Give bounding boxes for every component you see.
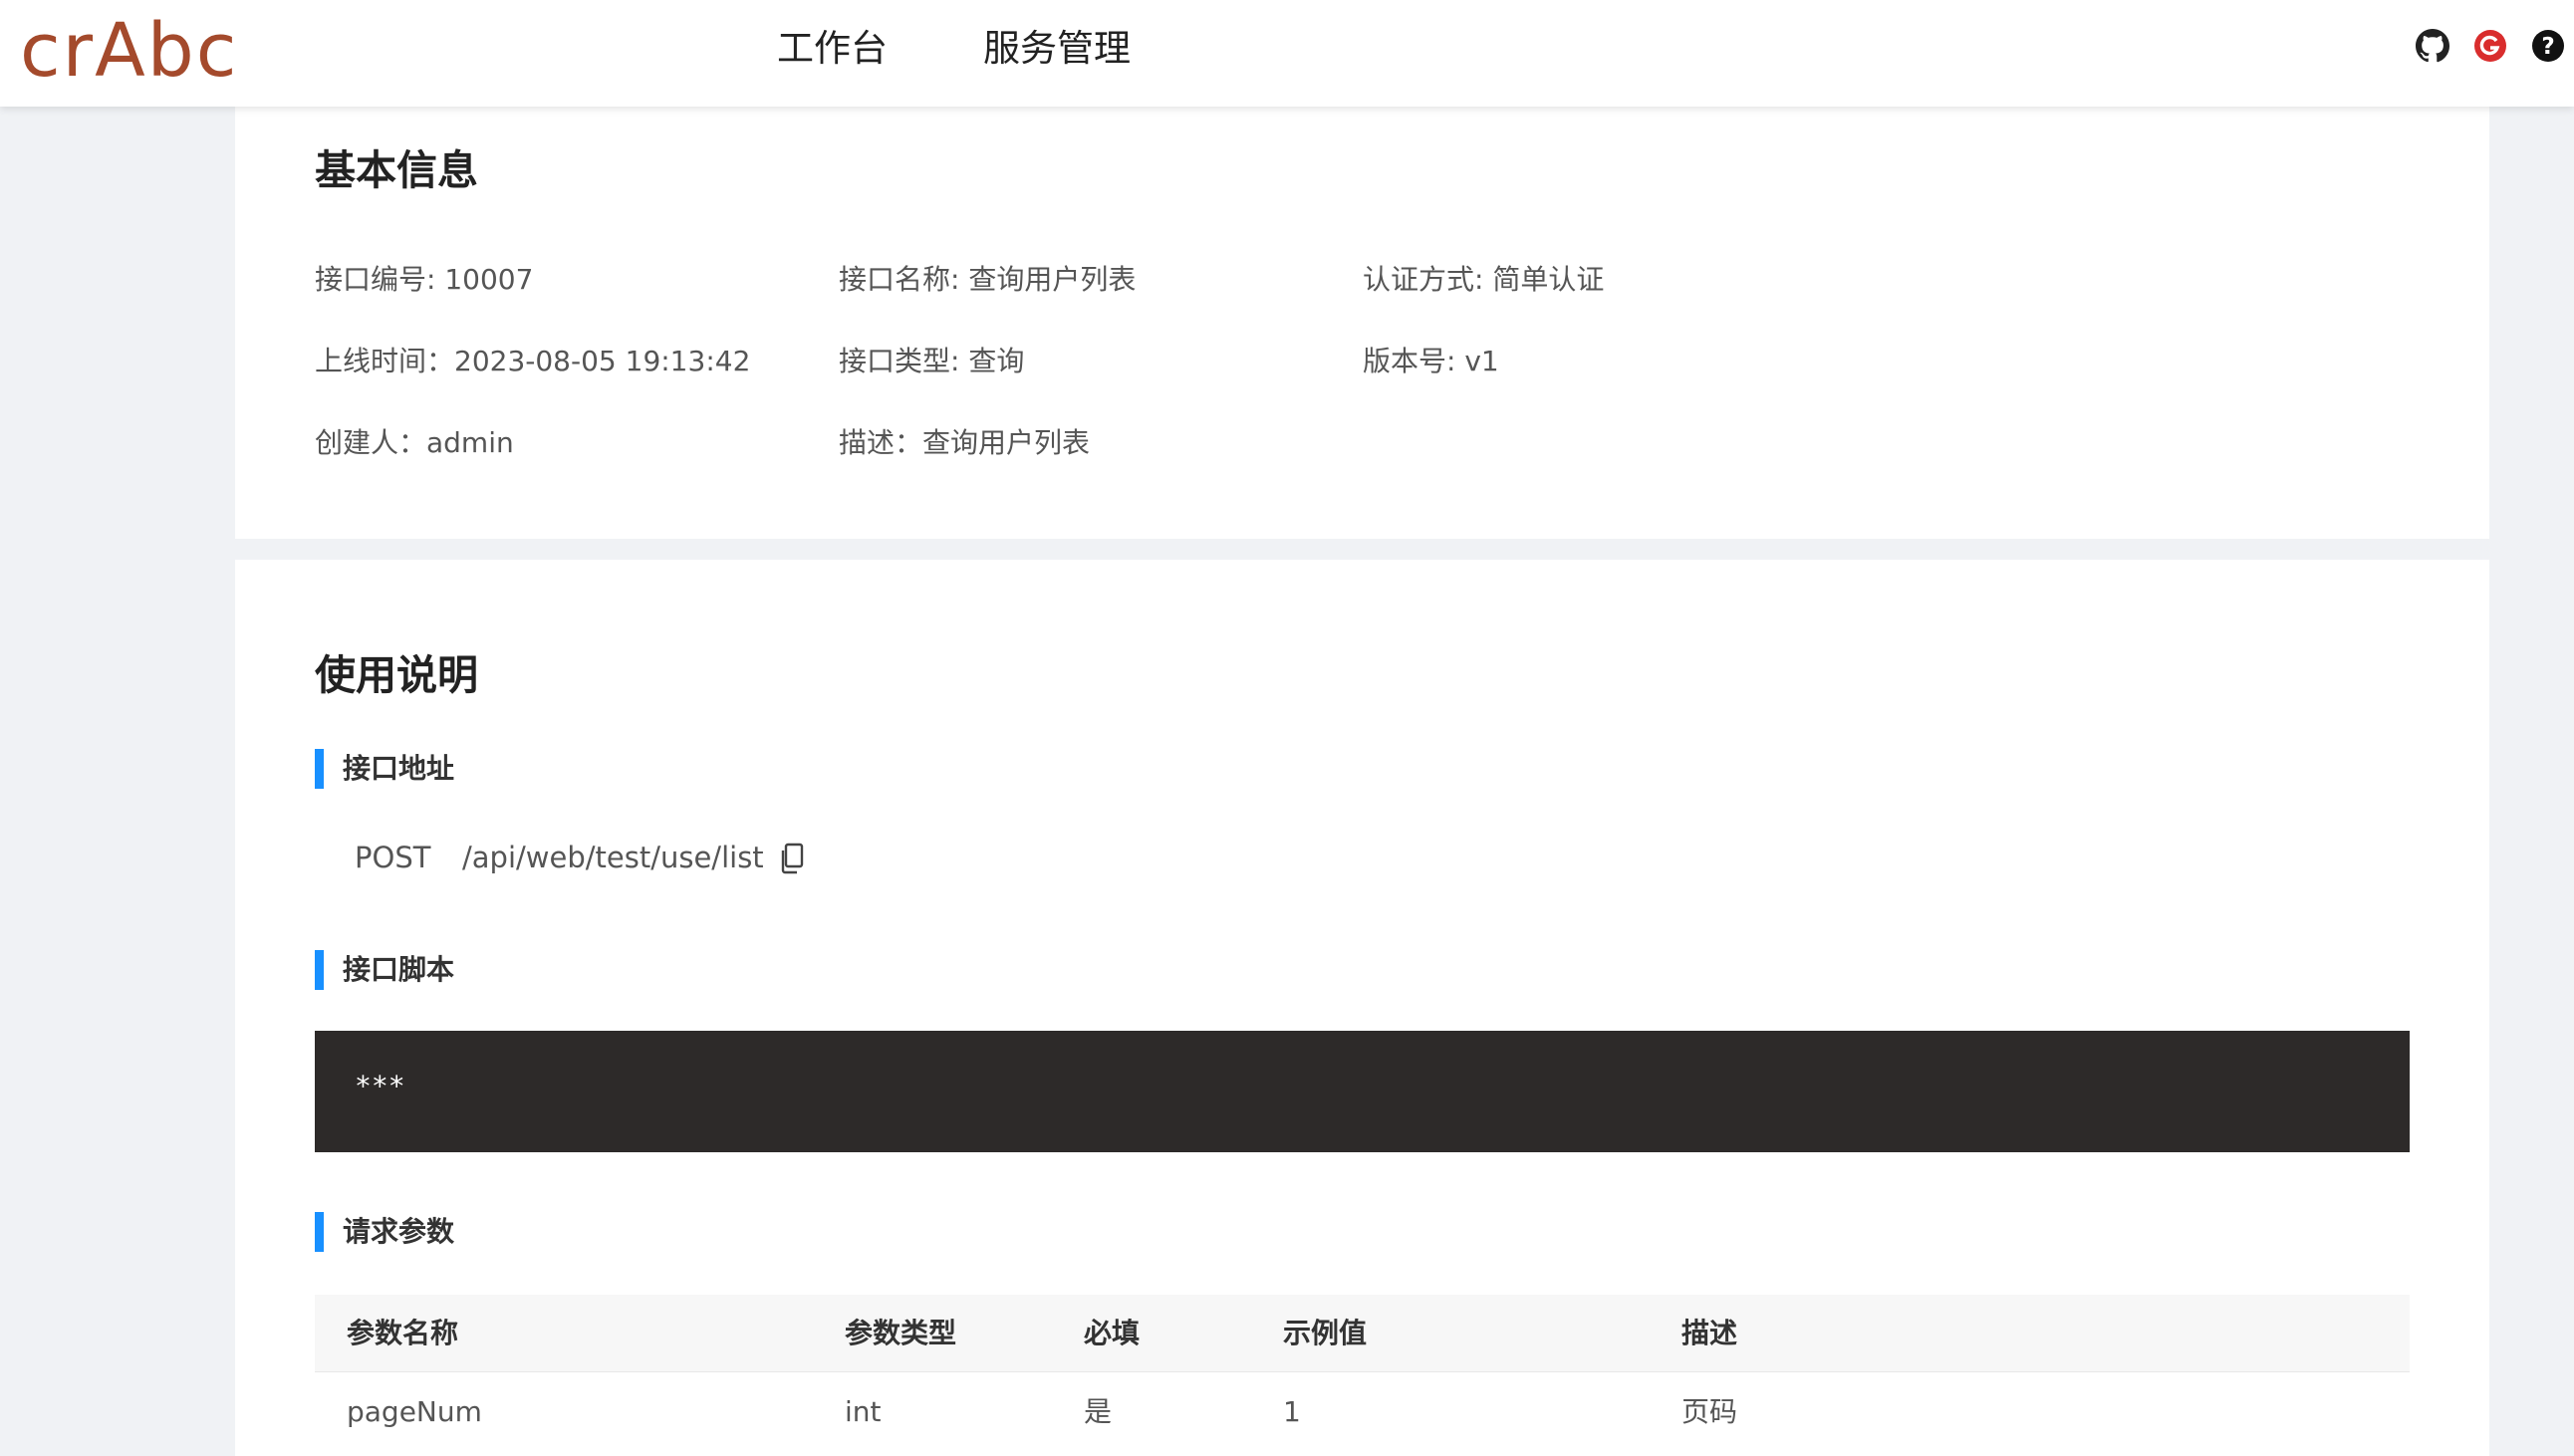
column-header: 参数类型 — [845, 1317, 957, 1349]
top-header: crAbc 工作台 服务管理 ? — [0, 0, 2574, 107]
table-cell: 页码 — [1681, 1395, 1738, 1428]
version: 版本号: v1 — [1363, 345, 1499, 377]
request-params-table: 参数名称 参数类型 必填 示例值 描述 pageNum int 是 1 页码 — [315, 1295, 2410, 1452]
section-request-params: 请求参数 — [315, 1212, 454, 1252]
copy-icon[interactable] — [779, 843, 805, 874]
api-type: 接口类型: 查询 — [839, 345, 1025, 377]
table-cell: 是 — [1084, 1395, 1113, 1428]
api-path: /api/web/test/use/list — [462, 841, 764, 874]
api-id: 接口编号: 10007 — [315, 263, 534, 296]
api-name: 接口名称: 查询用户列表 — [839, 263, 1137, 296]
svg-text:?: ? — [2541, 34, 2554, 60]
table-cell: pageNum — [347, 1395, 482, 1428]
main-nav: 工作台 服务管理 — [777, 18, 1131, 72]
online-time: 上线时间：2023-08-05 19:13:42 — [315, 345, 751, 377]
script-code-block: *** — [315, 1031, 2410, 1152]
basic-info-title: 基本信息 — [315, 146, 478, 194]
nav-workbench[interactable]: 工作台 — [777, 18, 888, 72]
column-header: 示例值 — [1283, 1317, 1368, 1349]
http-method: POST — [355, 841, 431, 874]
table-row: pageNum int 是 1 页码 — [315, 1372, 2410, 1452]
column-header: 描述 — [1681, 1317, 1738, 1349]
column-header: 参数名称 — [347, 1317, 459, 1349]
github-icon[interactable] — [2415, 28, 2450, 64]
section-api-script: 接口脚本 — [315, 950, 454, 990]
section-api-address: 接口地址 — [315, 749, 454, 789]
brand-g-icon[interactable] — [2472, 28, 2508, 64]
table-header-row: 参数名称 参数类型 必填 示例值 描述 — [315, 1295, 2410, 1372]
usage-card: 使用说明 接口地址 POST /api/web/test/use/list 接口… — [235, 560, 2489, 1456]
table-cell: int — [845, 1395, 882, 1428]
description: 描述：查询用户列表 — [839, 426, 1091, 459]
auth-method: 认证方式: 简单认证 — [1363, 263, 1605, 296]
column-header: 必填 — [1084, 1317, 1141, 1349]
header-icons: ? — [2415, 28, 2566, 64]
nav-service-management[interactable]: 服务管理 — [983, 18, 1131, 72]
app-logo[interactable]: crAbc — [20, 8, 238, 94]
basic-info-card: 基本信息 接口编号: 10007 接口名称: 查询用户列表 认证方式: 简单认证… — [235, 107, 2489, 539]
table-cell: 1 — [1283, 1395, 1301, 1428]
help-icon[interactable]: ? — [2530, 28, 2566, 64]
creator: 创建人：admin — [315, 426, 514, 459]
usage-title: 使用说明 — [315, 651, 478, 699]
